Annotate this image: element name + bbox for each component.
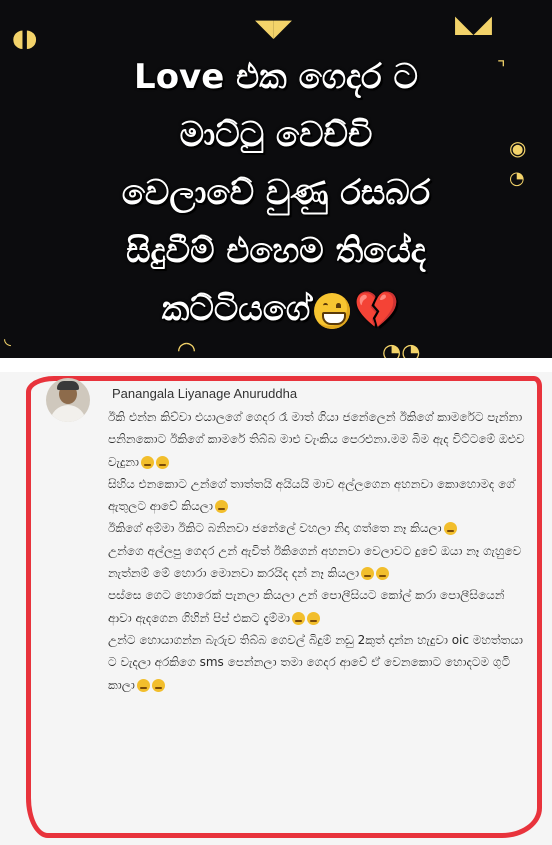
crying-face-icon <box>376 567 390 581</box>
comment-body: ඊකි එන්න කිව්වා එයාලගේ ගෙදර රෑ මාත් ගියා… <box>108 406 528 696</box>
headline-line: කට්ටියගේ <box>161 289 311 329</box>
crying-face-icon <box>214 500 228 514</box>
crying-face-icon <box>292 611 305 625</box>
eyes-icon: ◥◤ <box>255 14 292 42</box>
comment-paragraph: සිහිය එනකොට උන්ගේ තාත්තයි අයියයි මාව අල්… <box>108 476 515 514</box>
comment-author[interactable]: Panangala Liyanage Anuruddha <box>112 386 297 401</box>
eyes-icon: ◟ <box>4 328 11 349</box>
headline-line: Love එක ගෙදර ට <box>134 57 418 97</box>
eyes-icon: ◣◢ <box>455 10 492 38</box>
headline-line: වෙලාවේ වුණු රසබර <box>121 173 431 213</box>
crying-face-icon <box>136 678 150 692</box>
comment-paragraph: ඊකිගේ අම්මා ඊකිට බනිනවා ජනේලේ වහලා නිදා … <box>108 517 528 539</box>
eyes-icon: ◖◗ <box>12 24 38 52</box>
crying-face-icon <box>361 567 375 581</box>
headline-line: සිදුවීම් එහෙම තියේද <box>126 231 426 271</box>
eyes-icon: ◔◔ <box>382 340 421 359</box>
broken-heart-icon: 💔 <box>354 289 400 331</box>
comment-card: Panangala Liyanage Anuruddha ඊකි එන්න කි… <box>0 372 552 845</box>
headline-line: මාට්ටු වෙච්චි <box>179 115 373 155</box>
headline-line-last: කට්ටියගේ 💔 <box>40 280 512 338</box>
comment-paragraph: පස්සෙ ගෙට හොරෙක් පැනලා කියලා උන් පොලීසිය… <box>108 588 505 625</box>
eyes-icon: ◜◝ <box>178 338 196 359</box>
crying-face-icon <box>443 522 457 536</box>
avatar[interactable] <box>46 378 90 422</box>
comment-paragraph: උන්ගෙ අල්ලපු ගෙදර උන් ඇවිත් ඊකිගෙන් අහනව… <box>108 543 522 581</box>
crying-face-icon <box>307 611 320 625</box>
crying-face-icon <box>141 455 154 469</box>
crying-face-icon <box>151 678 165 692</box>
crying-face-icon <box>156 455 169 469</box>
comment-paragraph: උන්ට හොයාගන්න බැරුව තිබ්බ ගෙවල් බිදුම් න… <box>108 632 523 692</box>
comment-paragraph: ඊකි එන්න කිව්වා එයාලගේ ගෙදර රෑ මාත් ගියා… <box>108 410 525 469</box>
meme-headline: Love එක ගෙදර ට මාට්ටු වෙච්චි වෙලාවේ වුණු… <box>40 48 512 338</box>
divider <box>0 358 552 372</box>
meme-banner: ◖◗ ◥◤ ◣◢ ⌝ ◉ ◔ ◟ ◜◝ ◔◔ Love එක ගෙදර ට මා… <box>0 0 552 358</box>
grinning-face-icon <box>314 292 351 329</box>
